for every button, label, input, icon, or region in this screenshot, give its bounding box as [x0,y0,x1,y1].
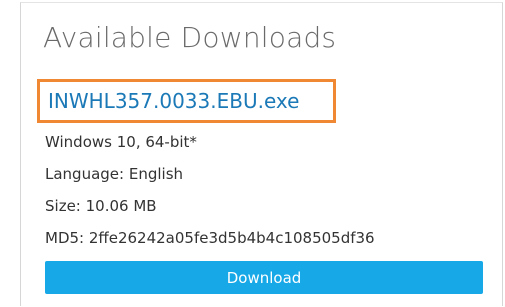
downloads-panel: Available Downloads INWHL357.0033.EBU.ex… [20,2,503,306]
md5-info: MD5: 2ffe26242a05fe3d5b4b4c108505df36 [45,229,375,247]
file-highlight-box: INWHL357.0033.EBU.exe [37,79,336,123]
language-info: Language: English [45,165,184,183]
os-info: Windows 10, 64-bit* [45,133,197,151]
download-button[interactable]: Download [45,261,483,294]
section-title: Available Downloads [43,21,337,54]
file-download-link[interactable]: INWHL357.0033.EBU.exe [48,89,299,113]
size-info: Size: 10.06 MB [45,197,157,215]
